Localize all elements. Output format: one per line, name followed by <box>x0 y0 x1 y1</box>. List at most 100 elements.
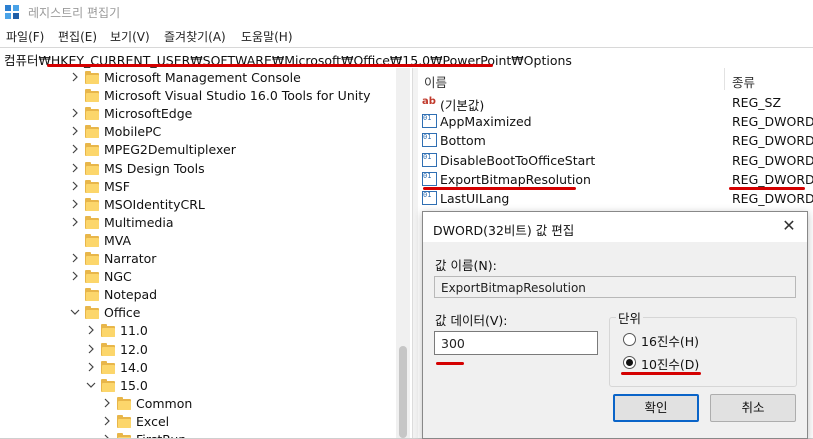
dword-value-icon: 01 10 <box>422 133 437 148</box>
tree-item-label: Excel <box>136 413 170 429</box>
menu-bar: 파일(F) 편집(E) 보기(V) 즐겨찾기(A) 도움말(H) <box>0 24 813 46</box>
chevron-right-icon[interactable] <box>70 217 80 227</box>
chevron-right-icon[interactable] <box>70 126 80 136</box>
close-icon[interactable]: ✕ <box>779 216 799 236</box>
chevron-right-icon[interactable] <box>102 434 112 438</box>
tree-item[interactable]: 12.0 <box>0 341 395 359</box>
ok-button[interactable]: 확인 <box>613 394 699 422</box>
dword-value-icon: 01 10 <box>422 191 437 205</box>
string-value-icon: ab <box>422 96 436 107</box>
tree-item[interactable]: MSOIdentityCRL <box>0 196 395 214</box>
tree-item[interactable]: Notepad <box>0 286 395 304</box>
chevron-right-icon[interactable] <box>102 416 112 426</box>
tree-item[interactable]: NGC <box>0 268 395 286</box>
value-type: REG_DWORD <box>732 114 813 130</box>
hex-radio[interactable] <box>623 333 636 346</box>
dialog-body: 값 이름(N): ExportBitmapResolution 값 데이터(V)… <box>423 242 807 438</box>
tree-item-label: Common <box>136 395 193 411</box>
value-row[interactable]: 01 10DisableBootToOfficeStart REG_DWORD <box>418 151 813 170</box>
chevron-right-icon[interactable] <box>70 108 80 118</box>
value-row[interactable]: 01 10LastUILang REG_DWORD <box>418 189 813 208</box>
tree-item[interactable]: MVA <box>0 232 395 250</box>
dword-value-icon: 01 10 <box>422 152 437 167</box>
dialog-title: DWORD(32비트) 값 편집 <box>433 223 575 238</box>
chevron-right-icon[interactable] <box>86 362 96 372</box>
column-header-type[interactable]: 종류 <box>726 68 813 90</box>
folder-icon <box>85 197 99 211</box>
menu-edit[interactable]: 편집(E) <box>58 28 97 45</box>
tree-item-label: 12.0 <box>120 341 148 357</box>
folder-icon <box>85 215 99 229</box>
tree-item-label: MSF <box>104 178 130 194</box>
tree-item-label: Notepad <box>104 287 158 303</box>
tree-item[interactable]: MobilePC <box>0 123 395 141</box>
tree-scrollbar[interactable] <box>396 68 410 438</box>
value-row[interactable]: 01 10AppMaximized REG_DWORD <box>418 112 813 131</box>
chevron-right-icon[interactable] <box>102 398 112 408</box>
folder-icon <box>117 433 131 438</box>
tree-item-label: Office <box>104 305 141 321</box>
tree-item[interactable]: FirstRun <box>0 431 395 438</box>
folder-icon <box>101 378 115 392</box>
tree-item[interactable]: Excel <box>0 413 395 431</box>
folder-icon <box>85 233 99 247</box>
tree-item[interactable]: Microsoft Visual Studio 16.0 Tools for U… <box>0 87 395 105</box>
value-row[interactable]: ab (기본값) REG_SZ <box>418 93 813 113</box>
tree-item[interactable]: Narrator <box>0 250 395 268</box>
tree-item-label: MSOIdentityCRL <box>104 196 205 212</box>
value-data-input[interactable]: 300 <box>434 331 598 355</box>
decimal-radio[interactable] <box>623 356 636 369</box>
value-row[interactable]: 01 10ExportBitmapResolution REG_DWORD <box>418 170 813 189</box>
folder-icon <box>101 324 115 338</box>
hex-radio-label[interactable]: 16진수(H) <box>641 331 699 350</box>
value-name-label: 값 이름(N): <box>435 258 497 273</box>
chevron-down-icon[interactable] <box>86 380 96 390</box>
chevron-right-icon[interactable] <box>70 72 80 82</box>
value-name: (기본값) <box>440 98 485 113</box>
folder-icon <box>85 107 99 121</box>
value-row[interactable]: 01 10Bottom REG_DWORD <box>418 131 813 150</box>
chevron-right-icon[interactable] <box>70 181 80 191</box>
value-name: Bottom <box>440 133 486 149</box>
chevron-right-icon[interactable] <box>86 325 96 335</box>
tree-item[interactable]: Multimedia <box>0 214 395 232</box>
menu-view[interactable]: 보기(V) <box>110 28 150 45</box>
tree-item[interactable]: MS Design Tools <box>0 160 395 178</box>
tree-scrollbar-thumb[interactable] <box>399 346 407 438</box>
folder-icon <box>85 125 99 139</box>
folder-icon <box>85 89 99 103</box>
menu-file[interactable]: 파일(F) <box>6 28 44 45</box>
value-type: REG_DWORD <box>732 152 813 168</box>
tree-item[interactable]: MicrosoftEdge <box>0 105 395 123</box>
chevron-right-icon[interactable] <box>70 271 80 281</box>
menu-help[interactable]: 도움말(H) <box>241 28 293 45</box>
value-name: ExportBitmapResolution <box>440 171 591 187</box>
cancel-button[interactable]: 취소 <box>710 394 796 422</box>
chevron-right-icon[interactable] <box>70 144 80 154</box>
tree-item-label: 11.0 <box>120 323 148 339</box>
registry-editor-window: 레지스트리 편집기 파일(F) 편집(E) 보기(V) 즐겨찾기(A) 도움말(… <box>0 0 813 439</box>
column-header-name[interactable]: 이름 <box>418 68 725 90</box>
folder-icon <box>85 161 99 175</box>
tree-item[interactable]: 14.0 <box>0 359 395 377</box>
chevron-right-icon[interactable] <box>70 163 80 173</box>
value-name: DisableBootToOfficeStart <box>440 152 596 168</box>
base-group <box>609 317 797 387</box>
tree-item[interactable]: 15.0 <box>0 377 395 395</box>
chevron-right-icon[interactable] <box>70 199 80 209</box>
menu-favorites[interactable]: 즐겨찾기(A) <box>164 28 226 45</box>
chevron-right-icon[interactable] <box>70 253 80 263</box>
tree-item-label: MicrosoftEdge <box>104 106 193 122</box>
decimal-radio-label[interactable]: 10진수(D) <box>641 354 699 373</box>
tree-item-label: FirstRun <box>136 432 186 438</box>
tree-item[interactable]: Office <box>0 304 395 322</box>
folder-icon <box>85 252 99 265</box>
tree-item[interactable]: Common <box>0 395 395 413</box>
tree-item[interactable]: MPEG2Demultiplexer <box>0 141 395 159</box>
chevron-right-icon[interactable] <box>86 344 96 354</box>
tree-item[interactable]: 11.0 <box>0 322 395 340</box>
value-name-field: ExportBitmapResolution <box>434 276 796 298</box>
chevron-down-icon[interactable] <box>70 307 80 317</box>
tree-item[interactable]: Microsoft Management Console <box>0 69 395 87</box>
tree-item[interactable]: MSF <box>0 178 395 196</box>
